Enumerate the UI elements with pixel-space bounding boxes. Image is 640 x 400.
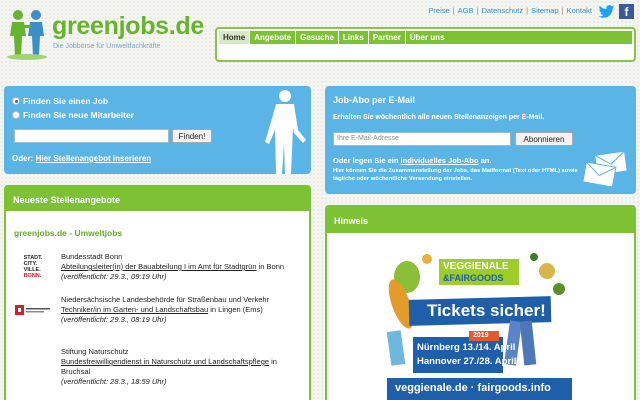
radio-find-job[interactable]: Finden Sie einen Job (12, 96, 108, 106)
nav-partner[interactable]: Partner (369, 31, 406, 44)
oder-label: Oder: (12, 154, 34, 163)
person-silhouette-icon (265, 90, 306, 174)
radio-button-selected[interactable] (12, 97, 20, 105)
abo-note: Hier können Sie die Zusammenstellung der… (333, 168, 578, 182)
job-link[interactable]: Bundesfreiwilligendienst in Naturschutz … (61, 357, 269, 366)
job-location: in Lingen (Ems) (208, 305, 263, 314)
nlstbv-logo (14, 295, 52, 325)
nav-gesuche[interactable]: Gesuche (296, 31, 339, 44)
abo-title: Job-Abo per E-Mail (333, 95, 416, 105)
job-abo-panel: Job-Abo per E-Mail Erhalten Sie wöchentl… (325, 86, 636, 194)
abo-subtitle: Erhalten Sie wöchentlich alle neuen Stel… (333, 114, 545, 121)
job-org: Bundesstadt Bonn (61, 252, 123, 261)
veggienale-ad-banner[interactable]: VEGGIENALE &FAIRGOODS Tickets sicher! 20… (386, 249, 572, 400)
link-sitemap[interactable]: Sitemap (531, 6, 559, 15)
bonn-logo-line: BONN. (23, 273, 42, 279)
logo-tagline: Die Jobbörse für Umweltfachkräfte (53, 43, 161, 50)
job-org: Niedersächsische Landesbehörde für Straß… (61, 295, 270, 304)
jobs-subtitle[interactable]: greenjobs.de - Umweltjobs (14, 228, 122, 238)
ad-year: 2019 (473, 332, 489, 339)
jobs-panel-title: Neueste Stellenangebote (6, 187, 309, 211)
social-links: f (598, 3, 634, 20)
ad-event-1: Nürnberg 13./14. April (417, 342, 516, 353)
main-navigation: Home Angebote Gesuche Links Partner Über… (215, 27, 636, 62)
job-published: (veröffentlicht: 29.3., 09:19 Uhr) (61, 272, 167, 281)
job-link[interactable]: Abteilungsleiter(in) der Bauabteilung I … (61, 262, 257, 271)
link-datenschutz[interactable]: Datenschutz (481, 6, 523, 15)
job-search-panel: Finden Sie einen Job Finden Sie neue Mit… (4, 86, 311, 174)
facebook-icon[interactable]: f (619, 4, 634, 19)
envelopes-icon (582, 150, 628, 188)
nav-angebote[interactable]: Angebote (250, 31, 297, 44)
nav-links[interactable]: Links (339, 31, 369, 44)
link-agb[interactable]: AGB (458, 6, 474, 15)
ad-brand-line-1: VEGGIENALE (443, 261, 509, 272)
job-published: (veröffentlicht: 28.3., 18:59 Uhr) (61, 377, 167, 386)
find-button[interactable]: Finden! (172, 129, 212, 143)
post-offer-link[interactable]: Hier Stellenangebot inserieren (36, 154, 152, 163)
custom-abo-link[interactable]: individuelles Job-Abo (401, 156, 479, 165)
abo-oder-prefix: Oder legen Sie ein (333, 156, 399, 165)
subscribe-button[interactable]: Abonnieren (515, 132, 573, 146)
top-links: Preise | AGB | Datenschutz | Sitemap | Kontakt (428, 6, 592, 15)
logo-text: greenjobs.de (52, 12, 204, 40)
hint-title: Hinweis (327, 207, 634, 233)
search-input[interactable] (14, 129, 169, 143)
custom-abo-line: Oder legen Sie ein individuelles Job-Abo… (333, 156, 491, 165)
link-preise[interactable]: Preise (428, 6, 449, 15)
nlstbv-logo-icon (15, 305, 50, 315)
hint-panel: Hinweis VEGGIENALE &FAIRGOODS Tickets si… (325, 205, 636, 400)
job-location: in Bonn (256, 262, 285, 271)
radio-find-employees[interactable]: Finden Sie neue Mitarbeiter (12, 110, 134, 120)
ad-brand-line-2: &FAIRGOODS (443, 273, 504, 283)
radio-find-employees-label: Finden Sie neue Mitarbeiter (23, 110, 134, 120)
site-logo[interactable]: greenjobs.de Die Jobbörse für Umweltfach… (6, 6, 206, 62)
stiftung-logo (14, 347, 52, 377)
newest-jobs-panel: Neueste Stellenangebote greenjobs.de - U… (4, 185, 311, 400)
radio-button[interactable] (12, 111, 20, 119)
post-offer-line: Oder: Hier Stellenangebot inserieren (12, 154, 151, 163)
link-kontakt[interactable]: Kontakt (567, 6, 592, 15)
ad-headline: Tickets sicher! (427, 301, 546, 320)
nav-ueber-uns[interactable]: Über uns (406, 31, 449, 44)
email-field[interactable]: Ihre E-Mail-Adresse (333, 132, 511, 146)
radio-find-job-label: Finden Sie einen Job (23, 96, 109, 106)
job-org: Stiftung Naturschutz (61, 347, 129, 356)
abo-oder-suffix: an. (480, 156, 492, 165)
logo-figures-icon (7, 10, 47, 60)
job-published: (veröffentlicht: 29.3., 08:19 Uhr) (61, 315, 167, 324)
bonn-logo: STADT. CITY. VILLE. BONN. (14, 252, 52, 282)
job-link[interactable]: Techniker/in im Garten- und Landschaftsb… (61, 305, 208, 314)
twitter-icon[interactable] (598, 3, 615, 20)
ad-footer-url: veggienale.de · fairgoods.info (395, 382, 551, 394)
ad-event-2: Hannover 27./28. April (417, 356, 517, 367)
nav-home[interactable]: Home (219, 31, 251, 44)
